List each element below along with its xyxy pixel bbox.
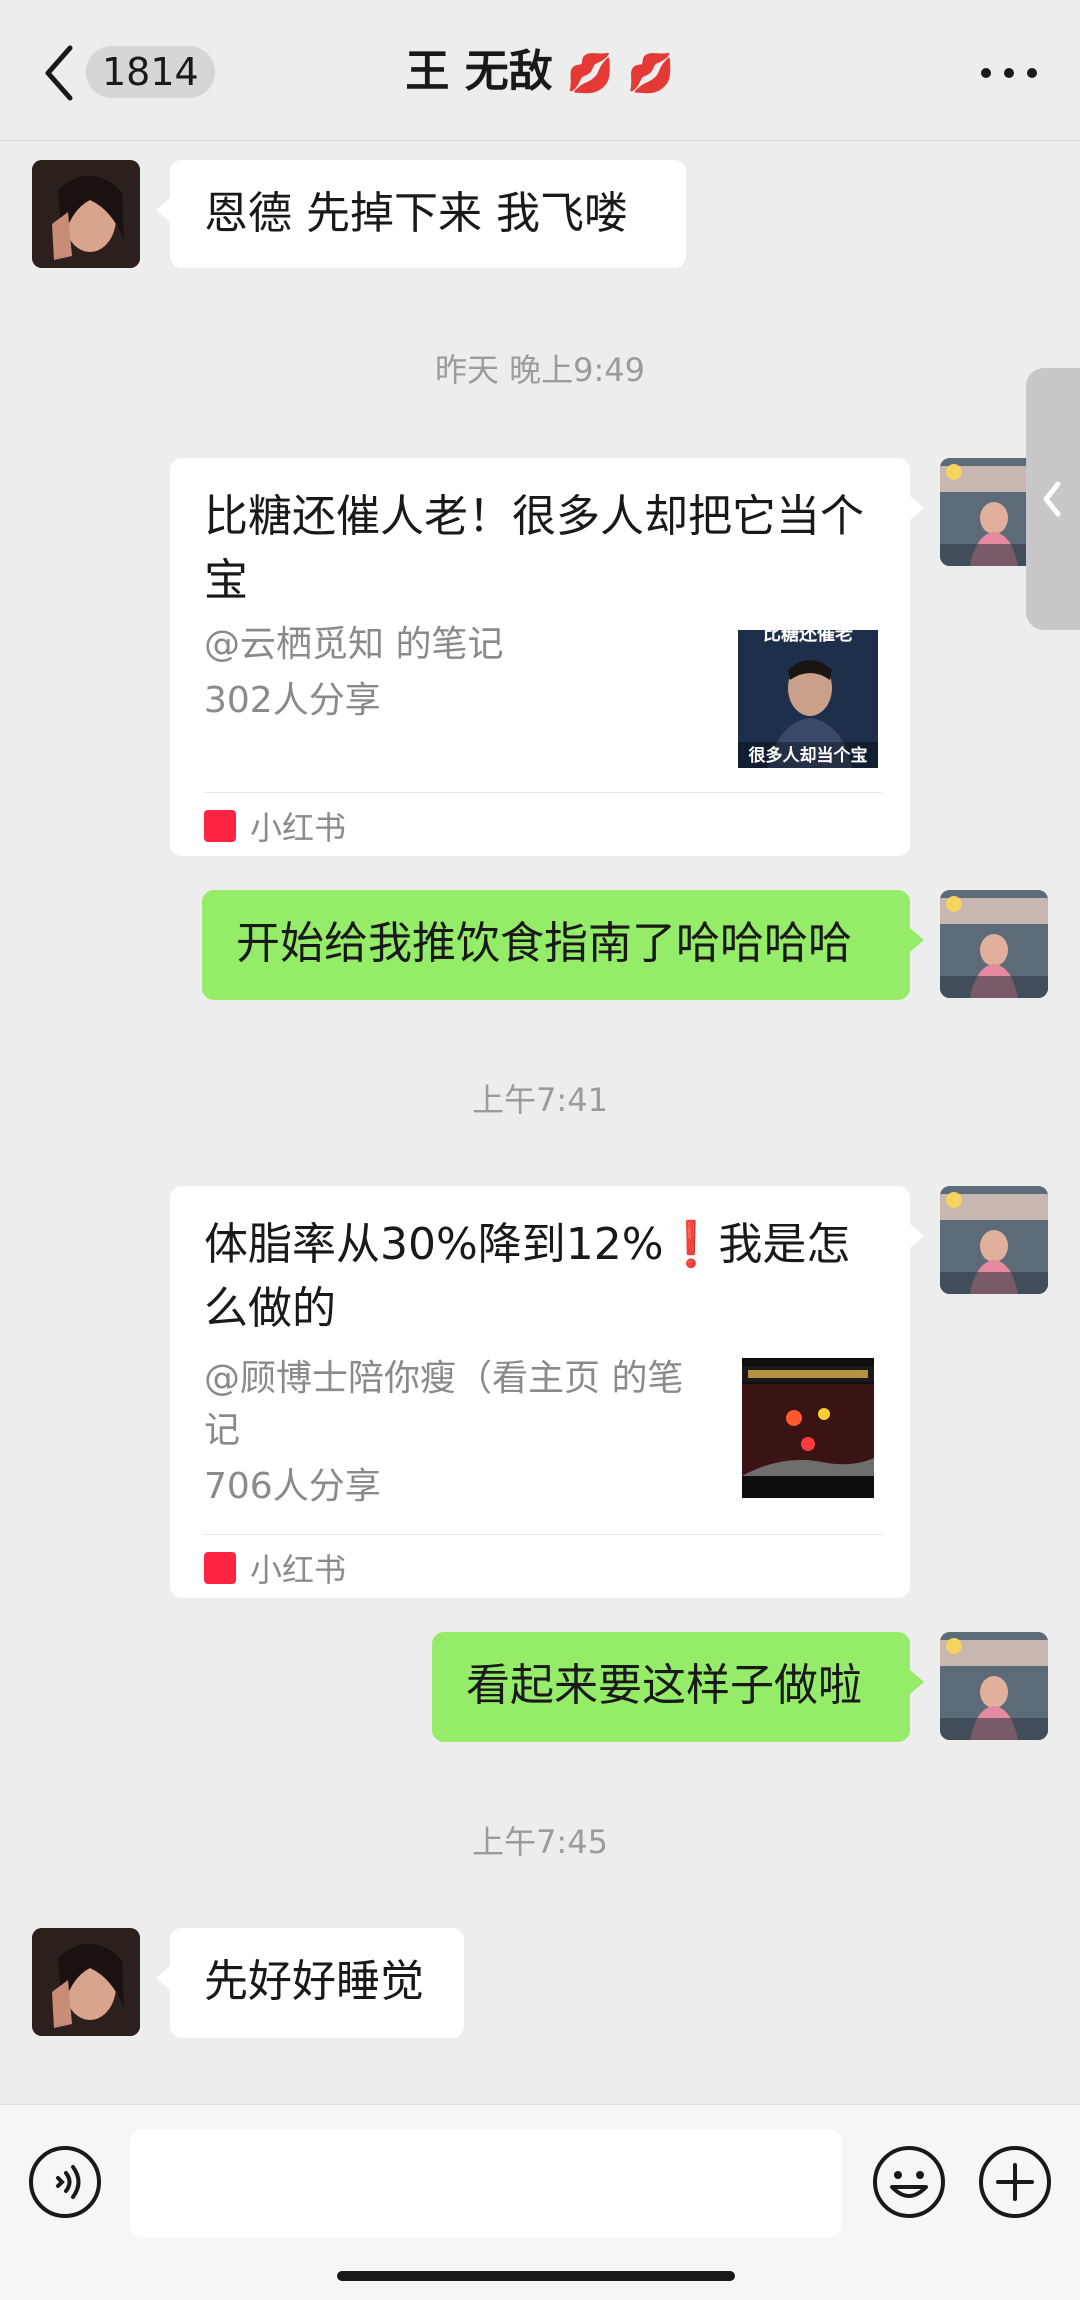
plus-icon[interactable]	[978, 2145, 1052, 2219]
chat-title-emoji: 💋 💋	[566, 51, 675, 95]
shared-note-card[interactable]: 体脂率从30%降到12%❗我是怎 么做的 @顾博士陪你瘦（看主页 的笔 记 70…	[170, 1186, 924, 1598]
card-divider	[204, 792, 882, 793]
my-avatar-image	[940, 1186, 1048, 1294]
emoji-icon[interactable]	[872, 2145, 946, 2219]
shared-note-card[interactable]: 比糖还催人老！很多人却把它当个 宝 @云栖觅知 的笔记 302人分享 比糖还催老…	[170, 458, 924, 856]
message-bubble-outgoing[interactable]: 看起来要这样子做啦	[432, 1632, 924, 1742]
message-text: 看起来要这样子做啦	[466, 1660, 862, 1711]
contact-avatar-image	[32, 160, 140, 268]
card-title-line: 么做的	[204, 1283, 336, 1334]
card-author: 记	[204, 1410, 241, 1451]
card-title-line: 比糖还催人老！很多人却把它当个	[204, 491, 864, 542]
card-thumbnail: 比糖还催老 很多人却当个宝	[738, 630, 878, 768]
chat-title-name: 王 无敌	[405, 46, 553, 97]
card-title-line: 宝	[204, 555, 248, 606]
message-bubble-incoming[interactable]: 先好好睡觉	[156, 1928, 464, 2038]
chevron-left-icon	[1043, 481, 1061, 517]
contact-avatar-image	[32, 1928, 140, 2036]
card-author: @云栖觅知 的笔记	[204, 624, 504, 665]
message-bubble-outgoing[interactable]: 开始给我推饮食指南了哈哈哈哈	[202, 890, 924, 1000]
message-text: 先好好睡觉	[204, 1956, 424, 2007]
contact-avatar[interactable]	[32, 1928, 140, 2036]
timestamp: 上午7:41	[472, 1081, 608, 1119]
message-text: 开始给我推饮食指南了哈哈哈哈	[236, 918, 852, 969]
home-indicator	[337, 2271, 735, 2281]
message-text: 恩德 先掉下来 我飞喽	[204, 188, 628, 239]
message-input[interactable]	[130, 2129, 842, 2237]
contact-avatar[interactable]	[32, 160, 140, 268]
more-dots-icon[interactable]	[978, 56, 1040, 90]
thumb-bottom-text: 很多人却当个宝	[749, 745, 868, 766]
card-divider	[204, 1534, 882, 1535]
my-avatar-image	[940, 890, 1048, 998]
card-thumbnail	[742, 1358, 874, 1498]
card-source-label: 小红书	[250, 809, 347, 847]
card-author: @顾博士陪你瘦（看主页 的笔	[204, 1358, 684, 1399]
card-share-count: 302人分享	[204, 680, 381, 721]
message-bubble-incoming[interactable]: 恩德 先掉下来 我飞喽	[156, 160, 686, 268]
my-avatar[interactable]	[940, 890, 1048, 998]
my-avatar-image	[940, 1632, 1048, 1740]
input-toolbar	[0, 2104, 1080, 2300]
my-avatar[interactable]	[940, 1632, 1048, 1740]
side-drawer-tab[interactable]	[1026, 368, 1080, 630]
card-source-label: 小红书	[250, 1551, 347, 1589]
xiaohongshu-logo-icon	[204, 810, 236, 842]
thumb-top-text: 比糖还催老	[763, 630, 853, 645]
my-avatar[interactable]	[940, 1186, 1048, 1294]
timestamp: 上午7:45	[472, 1823, 608, 1861]
card-share-count: 706人分享	[204, 1466, 381, 1507]
chat-header: 1814 王 无敌 💋 💋	[0, 0, 1080, 141]
voice-icon[interactable]	[28, 2145, 102, 2219]
timestamp: 昨天 晚上9:49	[434, 351, 646, 389]
card-title-line: 体脂率从30%降到12%❗我是怎	[204, 1219, 851, 1270]
xiaohongshu-logo-icon	[204, 1552, 236, 1584]
chat-title[interactable]: 王 无敌 💋 💋	[0, 44, 1080, 101]
